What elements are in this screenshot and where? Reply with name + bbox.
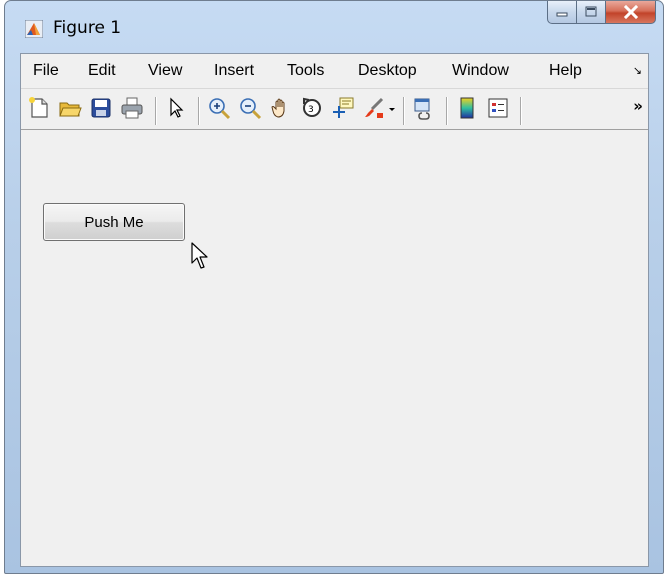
menu-window[interactable]: Window — [452, 62, 509, 80]
zoom-in-icon — [209, 98, 231, 120]
maximize-icon — [585, 6, 597, 17]
menu-tools[interactable]: Tools — [287, 62, 324, 80]
link-plot-icon — [414, 98, 430, 120]
toolbar-separator — [155, 97, 157, 125]
figure-client-area: File Edit View Insert Tools Desktop Wind… — [20, 53, 649, 567]
data-cursor-button[interactable] — [331, 96, 355, 120]
mouse-cursor-icon — [191, 242, 208, 269]
colorbar-icon — [460, 97, 474, 119]
menu-view[interactable]: View — [148, 62, 182, 80]
toolbar-overflow-icon[interactable]: » — [633, 97, 643, 115]
save-icon — [91, 98, 111, 118]
minimize-icon — [556, 12, 568, 17]
maximize-button[interactable] — [577, 1, 606, 24]
zoom-out-button[interactable] — [238, 96, 262, 120]
open-file-icon — [59, 102, 82, 117]
brush-dropdown-icon — [389, 108, 395, 111]
figure-toolbar: 3 » — [21, 88, 648, 130]
minimize-button[interactable] — [547, 1, 577, 24]
zoom-in-button[interactable] — [207, 96, 231, 120]
brush-button[interactable] — [362, 96, 386, 120]
menu-bar: File Edit View Insert Tools Desktop Wind… — [21, 54, 648, 88]
menu-file[interactable]: File — [33, 62, 59, 80]
legend-button[interactable] — [486, 96, 510, 120]
rotate-3d-icon: 3 — [303, 97, 321, 117]
legend-icon — [488, 98, 508, 118]
pan-button[interactable] — [269, 96, 293, 120]
toolbar-separator — [446, 97, 448, 125]
menu-help[interactable]: Help — [549, 62, 582, 80]
menu-desktop[interactable]: Desktop — [358, 62, 417, 80]
toolbar-separator — [198, 97, 200, 125]
window-title: Figure 1 — [53, 18, 122, 38]
zoom-out-icon — [240, 98, 262, 120]
caption-buttons — [547, 1, 656, 25]
rotate-3d-button[interactable]: 3 — [300, 96, 324, 120]
colorbar-button[interactable] — [455, 96, 479, 120]
menubar-overflow-icon[interactable]: ↘ — [633, 64, 642, 77]
title-bar[interactable]: Figure 1 — [5, 1, 663, 53]
close-icon — [623, 5, 638, 19]
svg-text:3: 3 — [308, 105, 314, 115]
toolbar-separator — [520, 97, 522, 125]
save-button[interactable] — [89, 96, 113, 120]
select-pointer-button[interactable] — [164, 96, 188, 120]
print-icon — [121, 97, 143, 119]
link-plot-button[interactable] — [412, 96, 436, 120]
figure-canvas: Push Me — [21, 130, 648, 566]
menu-insert[interactable]: Insert — [214, 62, 254, 80]
print-button[interactable] — [120, 96, 144, 120]
toolbar-separator — [403, 97, 405, 125]
pan-hand-icon — [271, 98, 285, 118]
new-figure-icon — [29, 97, 48, 118]
open-file-button[interactable] — [58, 96, 82, 120]
figure-window: Figure 1 File Edit View Insert Tools Des… — [4, 0, 664, 574]
select-pointer-icon — [170, 97, 184, 118]
data-cursor-icon — [333, 97, 354, 118]
brush-icon — [365, 97, 384, 118]
brush-dropdown-button[interactable] — [387, 96, 397, 120]
close-button[interactable] — [606, 1, 656, 24]
new-figure-button[interactable] — [27, 96, 51, 120]
menu-edit[interactable]: Edit — [88, 62, 116, 80]
matlab-app-icon — [25, 20, 43, 38]
push-me-button[interactable]: Push Me — [43, 203, 185, 241]
